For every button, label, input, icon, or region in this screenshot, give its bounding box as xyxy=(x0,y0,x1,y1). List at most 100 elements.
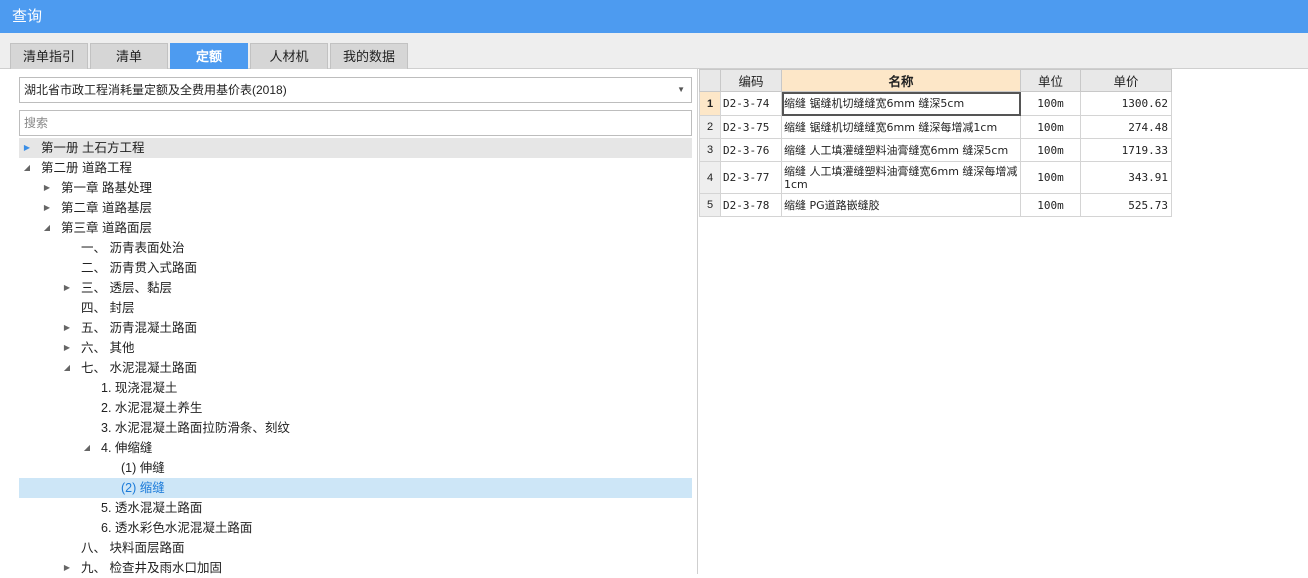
expanded-caret-icon[interactable]: ◢ xyxy=(21,158,33,178)
tree-node[interactable]: (1) 伸缝 xyxy=(19,458,692,478)
tab-my-data[interactable]: 我的数据 xyxy=(330,43,408,69)
search-input[interactable] xyxy=(19,110,692,136)
tree-node[interactable]: 八、 块料面层路面 xyxy=(19,538,692,558)
tree-node-label: 5. 透水混凝土路面 xyxy=(101,501,203,515)
table-row[interactable]: 4 D2-3-77 缩缝 人工填灌缝塑料油膏缝宽6mm 缝深每增减1cm 100… xyxy=(699,161,1172,194)
name-cell[interactable]: 缩缝 锯缝机切缝缝宽6mm 缝深每增减1cm xyxy=(781,115,1021,139)
row-index: 3 xyxy=(699,138,721,162)
tree-node-label: 一、 沥青表面处治 xyxy=(81,241,185,255)
tree-node[interactable]: ▶ 六、 其他 xyxy=(19,338,692,358)
price-cell[interactable]: 1300.62 xyxy=(1080,91,1172,116)
name-cell[interactable]: 缩缝 人工填灌缝塑料油膏缝宽6mm 缝深5cm xyxy=(781,138,1021,162)
code-cell[interactable]: D2-3-78 xyxy=(720,193,782,217)
tree-node-label: 四、 封层 xyxy=(81,301,135,315)
tree-node[interactable]: 一、 沥青表面处治 xyxy=(19,238,692,258)
unit-cell[interactable]: 100m xyxy=(1020,138,1081,162)
tab-labor-material-machine[interactable]: 人材机 xyxy=(250,43,328,69)
tree-node-label: 二、 沥青贯入式路面 xyxy=(81,261,197,275)
table-row[interactable]: 5 D2-3-78 缩缝 PG道路嵌缝胶 100m 525.73 xyxy=(699,193,1172,217)
price-cell[interactable]: 274.48 xyxy=(1080,115,1172,139)
tree-node-label: 第二册 道路工程 xyxy=(41,161,132,175)
row-index: 2 xyxy=(699,115,721,139)
tab-bill-guide[interactable]: 清单指引 xyxy=(10,43,88,69)
collapsed-caret-icon[interactable]: ▶ xyxy=(61,338,73,358)
row-index: 1 xyxy=(699,91,721,116)
library-select-value: 湖北省市政工程消耗量定额及全费用基价表(2018) xyxy=(24,83,287,97)
price-cell[interactable]: 1719.33 xyxy=(1080,138,1172,162)
unit-cell[interactable]: 100m xyxy=(1020,161,1081,194)
collapsed-caret-icon[interactable]: ▶ xyxy=(41,198,53,218)
tree-node[interactable]: 2. 水泥混凝土养生 xyxy=(19,398,692,418)
tree-node-label: (1) 伸缝 xyxy=(121,461,165,475)
right-panel: 编码 名称 单位 单价 1 D2-3-74 缩缝 锯缝机切缝缝宽6mm 缝深5c… xyxy=(699,69,1308,574)
left-panel: 湖北省市政工程消耗量定额及全费用基价表(2018) ▼ ▶ 第一册 土石方工程 ◢ 第… xyxy=(0,69,698,575)
tree-node-label: 第三章 道路面层 xyxy=(61,221,152,235)
row-index: 4 xyxy=(699,161,721,194)
row-index: 5 xyxy=(699,193,721,217)
code-cell[interactable]: D2-3-77 xyxy=(720,161,782,194)
tree-node[interactable]: ▶ 第一章 路基处理 xyxy=(19,178,692,198)
tree-node-label: 1. 现浇混凝土 xyxy=(101,381,178,395)
tree-node[interactable]: ▶ 三、 透层、黏层 xyxy=(19,278,692,298)
tree-node[interactable]: ◢ 第三章 道路面层 xyxy=(19,218,692,238)
tree-node-label: 4. 伸缩缝 xyxy=(101,441,153,455)
tree-node[interactable]: ▶ 第一册 土石方工程 xyxy=(19,138,692,158)
tree-node-label: 九、 检查井及雨水口加固 xyxy=(81,561,222,575)
window-title: 查询 xyxy=(0,0,1308,33)
collapsed-caret-icon[interactable]: ▶ xyxy=(61,278,73,298)
tree-node-label: 2. 水泥混凝土养生 xyxy=(101,401,203,415)
column-header-code[interactable]: 编码 xyxy=(720,69,782,92)
tree-node[interactable]: ◢ 第二册 道路工程 xyxy=(19,158,692,178)
column-header-unit[interactable]: 单位 xyxy=(1020,69,1081,92)
tree-node[interactable]: 二、 沥青贯入式路面 xyxy=(19,258,692,278)
tree-node[interactable]: ▶ 五、 沥青混凝土路面 xyxy=(19,318,692,338)
name-cell[interactable]: 缩缝 锯缝机切缝缝宽6mm 缝深5cm xyxy=(781,91,1021,116)
tree-node[interactable]: ▶ 九、 检查井及雨水口加固 xyxy=(19,558,692,578)
column-header-name[interactable]: 名称 xyxy=(781,69,1021,92)
tab-quota[interactable]: 定额 xyxy=(170,43,248,69)
tree-node-label: 八、 块料面层路面 xyxy=(81,541,185,555)
tree-node-label: 五、 沥青混凝土路面 xyxy=(81,321,197,335)
tree-node[interactable]: 四、 封层 xyxy=(19,298,692,318)
column-header-price[interactable]: 单价 xyxy=(1080,69,1172,92)
quota-table: 编码 名称 单位 单价 1 D2-3-74 缩缝 锯缝机切缝缝宽6mm 缝深5c… xyxy=(699,69,1172,217)
expanded-caret-icon[interactable]: ◢ xyxy=(41,218,53,238)
unit-cell[interactable]: 100m xyxy=(1020,115,1081,139)
collapsed-caret-icon[interactable]: ▶ xyxy=(21,138,33,158)
tree-node[interactable]: ◢ 4. 伸缩缝 xyxy=(19,438,692,458)
collapsed-caret-icon[interactable]: ▶ xyxy=(61,558,73,578)
name-cell[interactable]: 缩缝 人工填灌缝塑料油膏缝宽6mm 缝深每增减1cm xyxy=(781,161,1021,194)
tree-node[interactable]: ▶ 第二章 道路基层 xyxy=(19,198,692,218)
code-cell[interactable]: D2-3-74 xyxy=(720,91,782,116)
expanded-caret-icon[interactable]: ◢ xyxy=(81,438,93,458)
table-row[interactable]: 2 D2-3-75 缩缝 锯缝机切缝缝宽6mm 缝深每增减1cm 100m 27… xyxy=(699,115,1172,139)
price-cell[interactable]: 525.73 xyxy=(1080,193,1172,217)
expanded-caret-icon[interactable]: ◢ xyxy=(61,358,73,378)
tree-node[interactable]: ◢ 七、 水泥混凝土路面 xyxy=(19,358,692,378)
table-row[interactable]: 3 D2-3-76 缩缝 人工填灌缝塑料油膏缝宽6mm 缝深5cm 100m 1… xyxy=(699,138,1172,162)
collapsed-caret-icon[interactable]: ▶ xyxy=(41,178,53,198)
tab-bar: 清单指引 清单 定额 人材机 我的数据 xyxy=(0,33,1308,69)
column-header-index xyxy=(699,69,721,92)
tree-node[interactable]: (2) 缩缝 xyxy=(19,478,692,498)
table-header-row: 编码 名称 单位 单价 xyxy=(699,69,1172,92)
tree-node[interactable]: 1. 现浇混凝土 xyxy=(19,378,692,398)
tree-node[interactable]: 3. 水泥混凝土路面拉防滑条、刻纹 xyxy=(19,418,692,438)
tree-node[interactable]: 6. 透水彩色水泥混凝土路面 xyxy=(19,518,692,538)
tree-node-label: 6. 透水彩色水泥混凝土路面 xyxy=(101,521,253,535)
collapsed-caret-icon[interactable]: ▶ xyxy=(61,318,73,338)
tree-node-label: 第一册 土石方工程 xyxy=(41,141,145,155)
name-cell[interactable]: 缩缝 PG道路嵌缝胶 xyxy=(781,193,1021,217)
unit-cell[interactable]: 100m xyxy=(1020,91,1081,116)
tree-node-label: (2) 缩缝 xyxy=(121,481,165,495)
code-cell[interactable]: D2-3-76 xyxy=(720,138,782,162)
tree-node-label: 三、 透层、黏层 xyxy=(81,281,172,295)
unit-cell[interactable]: 100m xyxy=(1020,193,1081,217)
tree-node[interactable]: 5. 透水混凝土路面 xyxy=(19,498,692,518)
price-cell[interactable]: 343.91 xyxy=(1080,161,1172,194)
table-row[interactable]: 1 D2-3-74 缩缝 锯缝机切缝缝宽6mm 缝深5cm 100m 1300.… xyxy=(699,91,1172,116)
library-select[interactable]: 湖北省市政工程消耗量定额及全费用基价表(2018) ▼ xyxy=(19,77,692,103)
tab-bill[interactable]: 清单 xyxy=(90,43,168,69)
code-cell[interactable]: D2-3-75 xyxy=(720,115,782,139)
tree-node-label: 3. 水泥混凝土路面拉防滑条、刻纹 xyxy=(101,421,290,435)
